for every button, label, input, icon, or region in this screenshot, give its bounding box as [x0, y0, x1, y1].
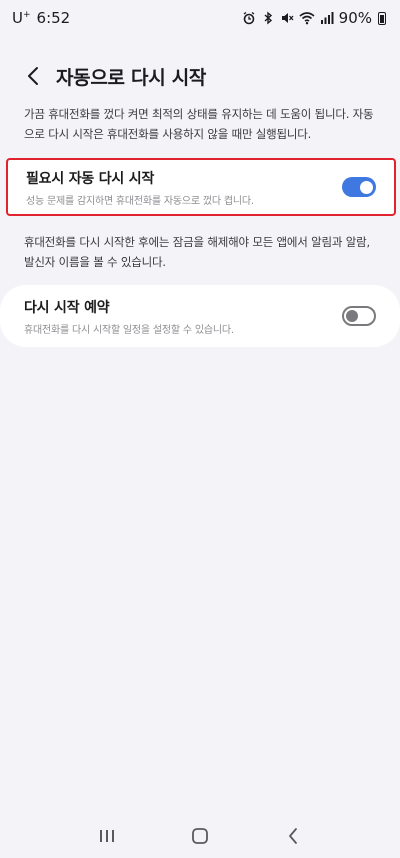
header: 자동으로 다시 시작	[0, 56, 400, 96]
signal-icon	[320, 12, 334, 24]
scheduled-restart-subtitle: 휴대전화를 다시 시작할 일정을 설정할 수 있습니다.	[24, 324, 234, 336]
alarm-icon	[243, 11, 255, 25]
nav-recents-button[interactable]	[87, 816, 127, 856]
nav-back-button[interactable]	[273, 816, 313, 856]
toggle-knob	[359, 180, 373, 194]
status-bar: U+ 6:52 90%	[0, 0, 400, 36]
screen: U+ 6:52 90% 자동으로 다시 시작 가끔 휴대전화를 껐다 켜면 최적…	[0, 0, 400, 858]
status-right: 90%	[242, 9, 386, 27]
wifi-icon	[299, 12, 315, 25]
battery-percent: 90%	[338, 9, 372, 27]
mute-icon	[281, 13, 294, 23]
description-top: 가끔 휴대전화를 껐다 켜면 최적의 상태를 유지하는 데 도움이 됩니다. 자…	[24, 107, 374, 141]
auto-restart-subtitle: 성능 문제를 감지하면 휴대전화를 자동으로 껐다 켭니다.	[26, 195, 254, 207]
status-time: 6:52	[36, 9, 71, 27]
nav-home-button[interactable]	[180, 816, 220, 856]
page-title: 자동으로 다시 시작	[56, 66, 207, 89]
auto-restart-text: 필요시 자동 다시 시작 성능 문제를 감지하면 휴대전화를 자동으로 껐다 켭…	[26, 168, 254, 207]
scheduled-restart-text: 다시 시작 예약 휴대전화를 다시 시작할 일정을 설정할 수 있습니다.	[24, 297, 234, 336]
home-icon	[192, 828, 208, 844]
auto-restart-toggle[interactable]	[342, 177, 376, 197]
carrier-text: U	[12, 9, 23, 27]
recents-icon	[99, 830, 114, 842]
nav-bar	[0, 814, 400, 858]
carrier-plus: +	[22, 10, 31, 20]
back-icon	[289, 828, 298, 844]
auto-restart-title: 필요시 자동 다시 시작	[26, 170, 155, 187]
carrier: U+	[12, 9, 31, 27]
auto-restart-row[interactable]: 필요시 자동 다시 시작 성능 문제를 감지하면 휴대전화를 자동으로 껐다 켭…	[6, 158, 396, 216]
back-button[interactable]	[12, 56, 56, 96]
scheduled-restart-row[interactable]: 다시 시작 예약 휴대전화를 다시 시작할 일정을 설정할 수 있습니다.	[0, 285, 400, 347]
chevron-left-icon	[28, 67, 38, 85]
battery-icon	[378, 11, 386, 25]
scheduled-restart-toggle[interactable]	[342, 306, 376, 326]
description-mid: 휴대전화를 다시 시작한 후에는 잠금을 해제해야 모든 앱에서 알림과 알람,…	[24, 235, 370, 269]
status-left: U+ 6:52	[12, 9, 70, 27]
bluetooth-icon	[264, 11, 272, 25]
toggle-knob	[346, 310, 358, 322]
scheduled-restart-title: 다시 시작 예약	[24, 299, 110, 316]
